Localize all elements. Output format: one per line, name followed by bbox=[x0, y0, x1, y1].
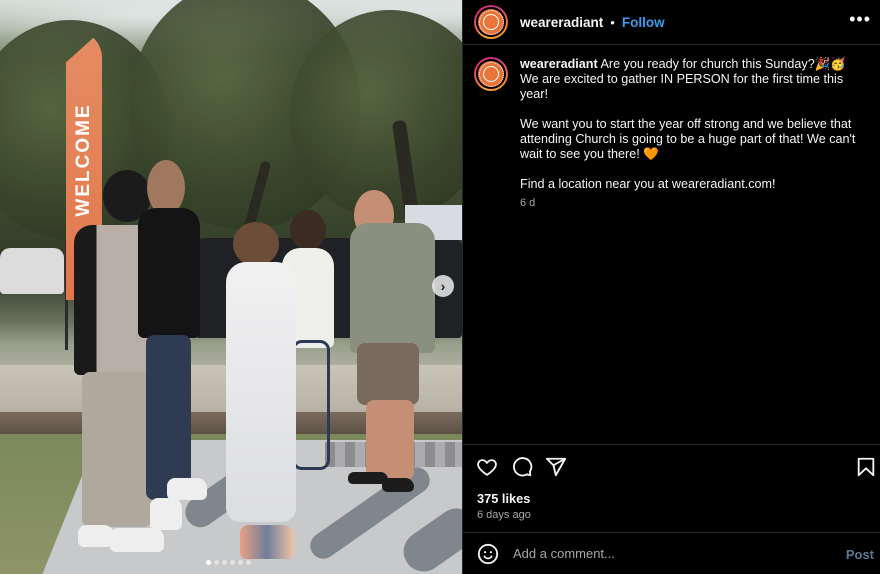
carousel-dot[interactable] bbox=[214, 560, 219, 565]
post-header: weareradiant • Follow ••• bbox=[463, 0, 880, 45]
caption-paragraph: weareradiant Are you ready for church th… bbox=[520, 57, 860, 102]
post-image[interactable]: WELCOME › bbox=[0, 0, 462, 574]
carousel-dots bbox=[206, 560, 251, 565]
send-icon[interactable] bbox=[545, 456, 567, 478]
avatar-ring bbox=[476, 59, 506, 89]
stroller bbox=[292, 340, 330, 470]
person-head bbox=[233, 222, 279, 266]
shoe bbox=[78, 525, 114, 547]
person-head bbox=[290, 210, 326, 250]
sun-icon bbox=[479, 62, 504, 87]
comment-bar: Post bbox=[463, 533, 880, 574]
sandal bbox=[382, 478, 414, 492]
action-bar bbox=[476, 456, 876, 478]
caption-paragraph: Find a location near you at weareradiant… bbox=[520, 177, 776, 191]
avatar-ring bbox=[476, 7, 506, 37]
post-comment-button[interactable]: Post bbox=[846, 547, 874, 562]
bookmark-icon[interactable] bbox=[855, 456, 877, 478]
caption-block: weareradiant Are you ready for church th… bbox=[474, 57, 874, 211]
shoe bbox=[240, 525, 294, 559]
separator-dot: • bbox=[610, 14, 615, 30]
shoe bbox=[167, 478, 207, 500]
caption-paragraph: We want you to start the year off strong… bbox=[520, 117, 856, 161]
person-head bbox=[147, 160, 185, 215]
carousel-dot[interactable] bbox=[238, 560, 243, 565]
person bbox=[350, 223, 435, 353]
caption: weareradiant Are you ready for church th… bbox=[520, 57, 860, 211]
caption-username[interactable]: weareradiant bbox=[520, 57, 598, 71]
carousel-dot[interactable] bbox=[246, 560, 251, 565]
avatar-logo bbox=[478, 9, 504, 35]
username-link[interactable]: weareradiant bbox=[520, 15, 603, 30]
avatar-logo bbox=[478, 61, 504, 87]
person-legs bbox=[366, 400, 414, 480]
person bbox=[138, 208, 200, 338]
carousel-next-button[interactable]: › bbox=[432, 275, 454, 297]
smiley-icon[interactable] bbox=[477, 543, 499, 565]
carousel-dot[interactable] bbox=[230, 560, 235, 565]
parked-car bbox=[0, 248, 64, 294]
comment-input[interactable] bbox=[513, 546, 813, 561]
heart-icon[interactable] bbox=[476, 456, 498, 478]
avatar[interactable] bbox=[474, 5, 508, 39]
divider bbox=[463, 444, 880, 445]
person bbox=[226, 262, 296, 522]
follow-button[interactable]: Follow bbox=[622, 15, 665, 30]
person-shorts bbox=[357, 343, 419, 405]
shoe bbox=[150, 498, 182, 530]
carousel-dot[interactable] bbox=[222, 560, 227, 565]
caption-age: 6 d bbox=[520, 197, 536, 209]
flag-text: WELCOME bbox=[73, 103, 94, 217]
carousel-dot[interactable] bbox=[206, 560, 211, 565]
person-legs bbox=[146, 335, 191, 500]
caption-avatar[interactable] bbox=[474, 57, 508, 91]
post-timestamp[interactable]: 6 days ago bbox=[477, 509, 531, 521]
chevron-right-icon: › bbox=[440, 278, 446, 294]
likes-count[interactable]: 375 likes bbox=[477, 491, 530, 506]
more-horizontal-icon[interactable]: ••• bbox=[849, 10, 871, 28]
person-legs bbox=[82, 372, 152, 527]
comment-icon[interactable] bbox=[511, 456, 533, 478]
shoe bbox=[110, 528, 164, 552]
sun-icon bbox=[479, 10, 504, 35]
post-details-panel: weareradiant • Follow ••• weareradiant A… bbox=[462, 0, 880, 574]
